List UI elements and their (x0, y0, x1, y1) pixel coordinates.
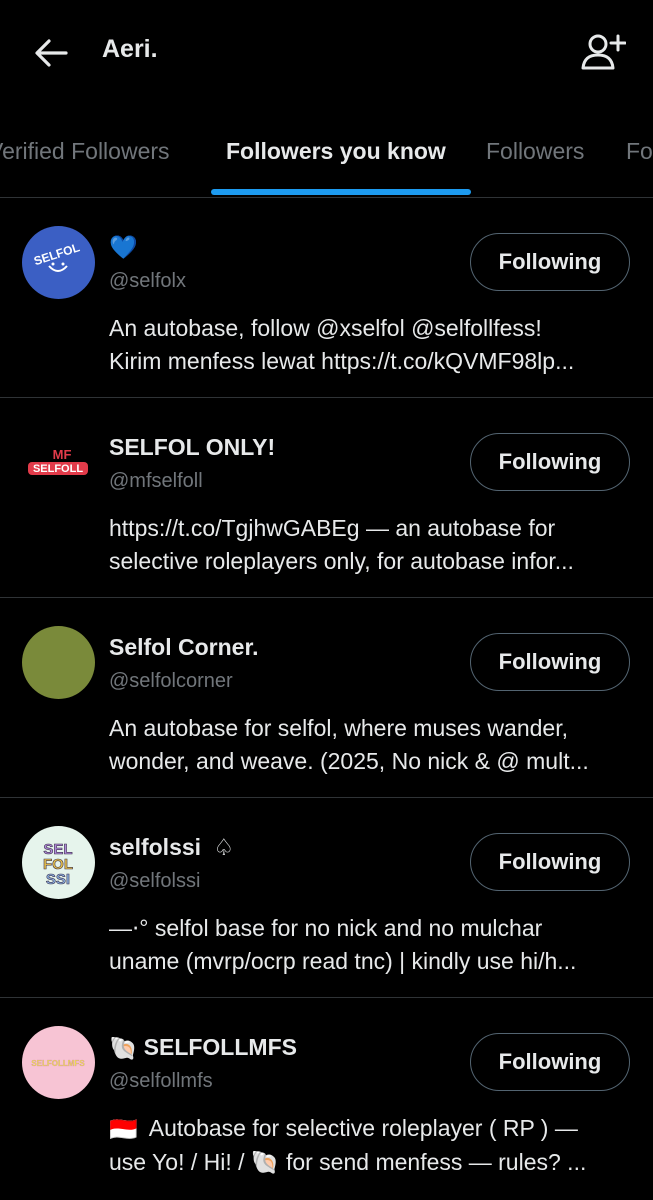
list-item[interactable]: Selfol Corner. @selfolcorner Following A… (0, 598, 653, 798)
bio-line: wonder, and weave. (2025, No nick & @ mu… (109, 748, 589, 774)
following-button[interactable]: Following (470, 833, 630, 891)
user-handle: @selfolssi (109, 870, 201, 892)
user-bio: 🇮🇩 Autobase for selective roleplayer ( R… (109, 1112, 634, 1179)
list-item[interactable]: MF SELFOLL SELFOL ONLY! @mfselfoll Follo… (0, 398, 653, 598)
list-item[interactable]: SEL FOL SSI selfolssi ♤ @selfolssi Follo… (0, 798, 653, 998)
shell-icon: 🐚 (109, 1035, 138, 1062)
tab-verified-followers[interactable]: Verified Followers (0, 138, 170, 165)
user-bio: —⋅° selfol base for no nick and no mulch… (109, 912, 634, 978)
user-bio: An autobase, follow @xselfol @selfollfes… (109, 312, 634, 378)
avatar-text: SELFOLL (33, 463, 83, 475)
display-name: SELFOL ONLY! (109, 434, 276, 460)
avatar[interactable]: SELFOLLMFS (22, 1026, 95, 1099)
display-name: 💙 (109, 234, 138, 261)
shell-icon: 🐚 (250, 1149, 280, 1176)
tab-following[interactable]: Following (626, 138, 653, 165)
blue-heart-icon: 💙 (109, 234, 138, 260)
avatar-text: SELFOL (32, 240, 81, 268)
user-bio: https://t.co/TgjhwGABEg — an autobase fo… (109, 512, 634, 578)
avatar[interactable]: SELFOL (22, 226, 95, 299)
bio-line: https://t.co/TgjhwGABEg — an autobase fo… (109, 515, 556, 541)
bio-line: An autobase for selfol, where muses wand… (109, 715, 568, 741)
avatar[interactable]: SEL FOL SSI (22, 826, 95, 899)
user-bio: An autobase for selfol, where muses wand… (109, 712, 634, 778)
avatar[interactable]: MF SELFOLL (22, 426, 95, 499)
active-tab-indicator (211, 189, 471, 195)
bio-line: selective roleplayers only, for autobase… (109, 548, 574, 574)
list-item[interactable]: SELFOL 💙 @selfolx Following An autobase,… (0, 198, 653, 398)
spade-icon: ♤ (213, 834, 235, 860)
tab-followers[interactable]: Followers (486, 138, 584, 165)
user-handle: @mfselfoll (109, 470, 203, 492)
following-button[interactable]: Following (470, 433, 630, 491)
user-handle: @selfollmfs (109, 1070, 213, 1092)
page-title: Aeri. (102, 35, 158, 63)
top-app-bar: Aeri. (0, 0, 653, 105)
avatar-text: MF (53, 447, 72, 462)
display-name: Selfol Corner. (109, 634, 259, 660)
following-button[interactable]: Following (470, 1033, 630, 1091)
tab-bar: Verified Followers Followers you know Fo… (0, 112, 653, 198)
display-name-text: SELFOLLMFS (143, 1034, 297, 1060)
bio-line: uname (mvrp/ocrp read tnc) | kindly use … (109, 948, 577, 974)
user-handle: @selfolcorner (109, 670, 233, 692)
bio-line: Kirim menfess lewat https://t.co/kQVMF98… (109, 348, 575, 374)
following-button[interactable]: Following (470, 233, 630, 291)
user-handle: @selfolx (109, 270, 186, 292)
arrow-left-icon[interactable] (32, 34, 70, 72)
bio-line: 🇮🇩 Autobase for selective roleplayer ( R… (109, 1115, 578, 1143)
followers-list: SELFOL 💙 @selfolx Following An autobase,… (0, 198, 653, 1198)
person-add-icon[interactable] (578, 30, 628, 74)
avatar-text: SELFOLLMFS (31, 1059, 85, 1068)
display-name: selfolssi ♤ (109, 834, 234, 861)
avatar-text: SSI (46, 871, 70, 888)
avatar[interactable] (22, 626, 95, 699)
bio-line: use Yo! / Hi! / 🐚 for send menfess — rul… (109, 1149, 587, 1176)
bio-line: An autobase, follow @xselfol @selfollfes… (109, 315, 542, 341)
indonesia-flag-icon: 🇮🇩 (109, 1116, 138, 1143)
list-item[interactable]: SELFOLLMFS 🐚 SELFOLLMFS @selfollmfs Follo… (0, 998, 653, 1198)
display-name: 🐚 SELFOLLMFS (109, 1034, 297, 1062)
display-name-text: selfolssi (109, 834, 202, 860)
tab-followers-you-know[interactable]: Followers you know (226, 138, 446, 165)
following-button[interactable]: Following (470, 633, 630, 691)
bio-line: —⋅° selfol base for no nick and no mulch… (109, 915, 543, 941)
